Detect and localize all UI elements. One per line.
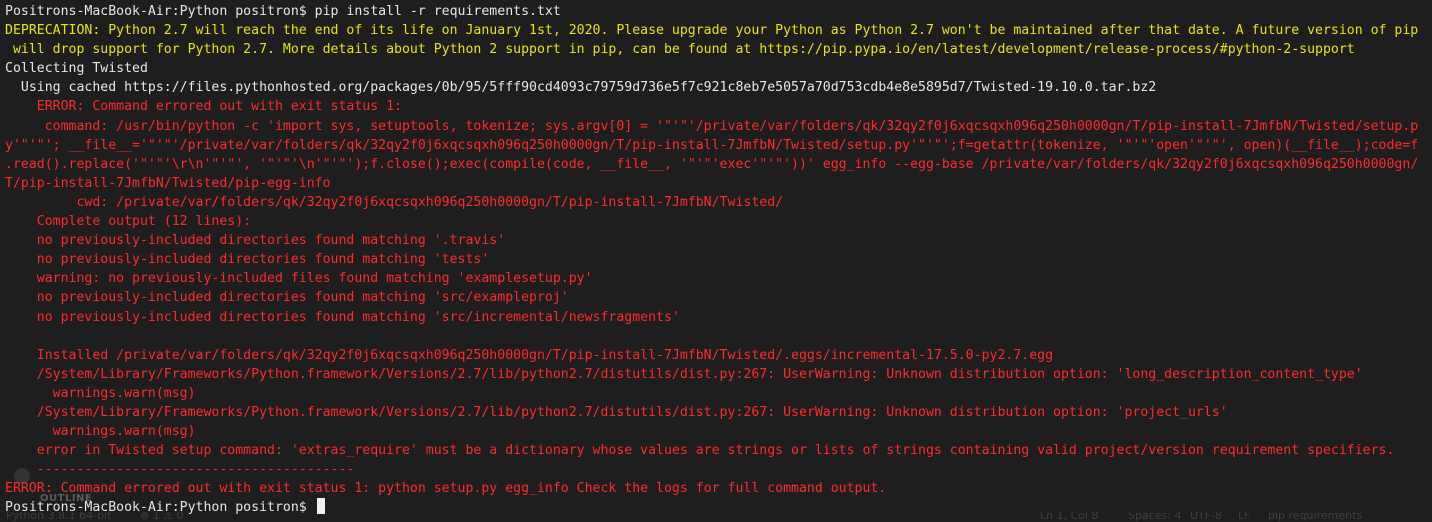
terminal-line: ERROR: Command errored out with exit sta… xyxy=(5,481,887,497)
terminal-line: /System/Library/Frameworks/Python.framew… xyxy=(5,366,1363,382)
terminal-line: no previously-included directories found… xyxy=(5,233,506,249)
terminal-line: warning: no previously-included files fo… xyxy=(5,271,593,287)
terminal-line: Using cached https://files.pythonhosted.… xyxy=(5,80,1157,96)
terminal-line: warnings.warn(msg) xyxy=(5,424,196,440)
terminal-line: Positrons-MacBook-Air:Python positron$ p… xyxy=(5,4,561,19)
status-language-mode[interactable]: pip requirements xyxy=(1268,512,1362,522)
terminal-line: Collecting Twisted xyxy=(5,61,148,77)
terminal-panel[interactable]: OUTLINE Positrons-MacBook-Air:Python pos… xyxy=(0,0,1432,522)
terminal-line: Installed /private/var/folders/qk/32qy2f… xyxy=(5,347,1054,363)
terminal-line: ERROR: Command errored out with exit sta… xyxy=(5,99,402,115)
terminal-line: ---------------------------------------- xyxy=(5,462,355,478)
status-cursor-position[interactable]: Ln 1, Col 8 xyxy=(1040,512,1099,522)
terminal-line: error in Twisted setup command: 'extras_… xyxy=(5,443,1395,459)
terminal-line: will drop support for Python 2.7. More d… xyxy=(5,42,1355,58)
terminal-line: no previously-included directories found… xyxy=(5,290,569,306)
terminal-line: no previously-included directories found… xyxy=(5,252,490,268)
terminal-line: no previously-included directories found… xyxy=(5,309,680,325)
terminal-line: DEPRECATION: Python 2.7 will reach the e… xyxy=(5,23,1419,39)
terminal-line: cwd: /private/var/folders/qk/32qy2f0j6xq… xyxy=(5,194,784,210)
status-problems[interactable]: ⊗ 1 ⚠ 0 xyxy=(140,512,184,522)
terminal-line: .read().replace('"'"'\r\n'"'"', '"'"'\n'… xyxy=(5,156,1419,172)
terminal-line: /System/Library/Frameworks/Python.framew… xyxy=(5,404,1228,420)
status-encoding[interactable]: UTF-8 xyxy=(1190,512,1222,522)
terminal-line: T/pip-install-7JmfbN/Twisted/pip-egg-inf… xyxy=(5,175,331,191)
status-line-ending[interactable]: LF xyxy=(1238,512,1250,522)
terminal-line: y'"'"'; __file__='"'"'/private/var/folde… xyxy=(5,137,1419,153)
status-python-interpreter[interactable]: Python 3.8.1 64-bit xyxy=(6,512,111,522)
status-bar: Python 3.8.1 64-bit ⊗ 1 ⚠ 0 Ln 1, Col 8 … xyxy=(0,512,1432,522)
terminal-output: Positrons-MacBook-Air:Python positron$ p… xyxy=(5,2,1432,518)
terminal-line: Complete output (12 lines): xyxy=(5,214,252,230)
terminal-line: warnings.warn(msg) xyxy=(5,385,196,401)
status-indentation[interactable]: Spaces: 4 xyxy=(1128,512,1181,522)
terminal-line: command: /usr/bin/python -c 'import sys,… xyxy=(5,118,1419,134)
